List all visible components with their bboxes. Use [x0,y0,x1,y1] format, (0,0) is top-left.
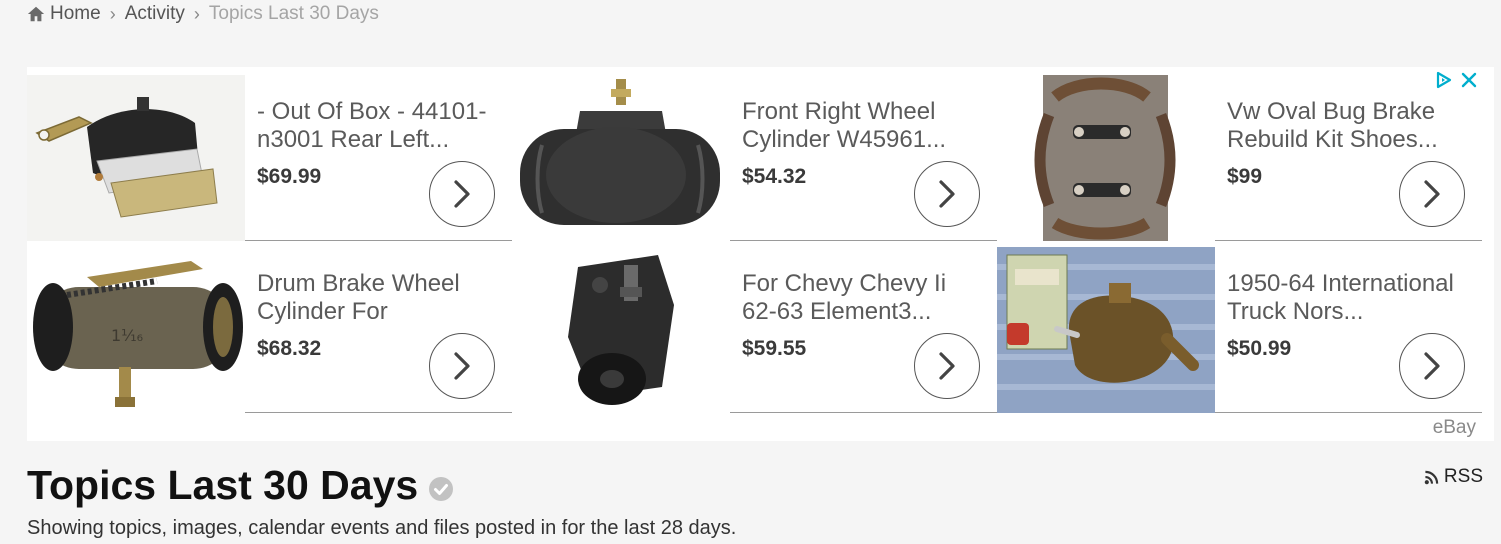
breadcrumb: Home › Activity › Topics Last 30 Days [27,2,379,26]
chevron-right-icon: › [109,3,116,24]
ad-attribution[interactable]: eBay [1433,417,1476,439]
view-product-button[interactable] [914,333,980,399]
product-title[interactable]: For Chevy Chevy Ii 62-63 Element3... [742,270,987,326]
chevron-right-icon [1424,352,1440,380]
page-title-row: Topics Last 30 Days [27,462,454,509]
view-product-button[interactable] [429,161,495,227]
ad-product-card[interactable]: 1950-64 International Truck Nors... $50.… [997,247,1482,413]
product-title[interactable]: - Out Of Box - 44101- n3001 Rear Left... [257,98,502,154]
chevron-right-icon [454,180,470,208]
ad-product-card[interactable]: Front Right Wheel Cylinder W45961... $54… [512,75,997,241]
ad-product-card[interactable]: Vw Oval Bug Brake Rebuild Kit Shoes... $… [997,73,1482,241]
product-title[interactable]: 1950-64 International Truck Nors... [1227,270,1472,326]
view-product-button[interactable] [1399,333,1465,399]
product-title[interactable]: Front Right Wheel Cylinder W45961... [742,98,987,154]
breadcrumb-activity-link[interactable]: Activity [125,3,185,25]
rss-icon [1424,470,1439,484]
rss-link[interactable]: RSS [1424,466,1483,488]
chevron-right-icon [1424,180,1440,208]
product-title[interactable]: Vw Oval Bug Brake Rebuild Kit Shoes... [1227,98,1472,154]
product-image[interactable] [997,73,1215,241]
product-price: $68.32 [257,337,322,360]
verified-check-icon [429,476,454,501]
product-title[interactable]: Drum Brake Wheel Cylinder For [257,270,502,326]
chevron-right-icon [939,352,955,380]
product-image[interactable] [997,247,1215,413]
chevron-right-icon [454,352,470,380]
ebay-ad-panel: - Out Of Box - 44101- n3001 Rear Left...… [27,67,1494,441]
breadcrumb-current: Topics Last 30 Days [208,3,379,24]
product-image[interactable] [512,75,730,241]
breadcrumb-home-link[interactable]: Home [50,3,101,25]
product-price: $54.32 [742,165,807,188]
product-price: $99 [1227,165,1263,188]
ad-product-card[interactable]: 1¹⁄₁₆ Drum Brake Wheel Cylinder For $68.… [27,247,512,413]
product-image[interactable] [512,247,730,413]
home-icon [27,6,45,22]
view-product-button[interactable] [1399,161,1465,227]
view-product-button[interactable] [914,161,980,227]
svg-text:1¹⁄₁₆: 1¹⁄₁₆ [111,326,143,345]
product-image[interactable] [27,75,245,241]
view-product-button[interactable] [429,333,495,399]
product-price: $69.99 [257,165,322,188]
chevron-right-icon [939,180,955,208]
product-price: $50.99 [1227,337,1292,360]
ad-product-card[interactable]: For Chevy Chevy Ii 62-63 Element3... $59… [512,247,997,413]
product-price: $59.55 [742,337,807,360]
page-description: Showing topics, images, calendar events … [27,517,737,539]
ad-product-card[interactable]: - Out Of Box - 44101- n3001 Rear Left...… [27,75,512,241]
product-image[interactable]: 1¹⁄₁₆ [27,247,245,413]
rss-label[interactable]: RSS [1444,466,1483,488]
chevron-right-icon: › [193,3,200,24]
page-title: Topics Last 30 Days [27,462,419,508]
